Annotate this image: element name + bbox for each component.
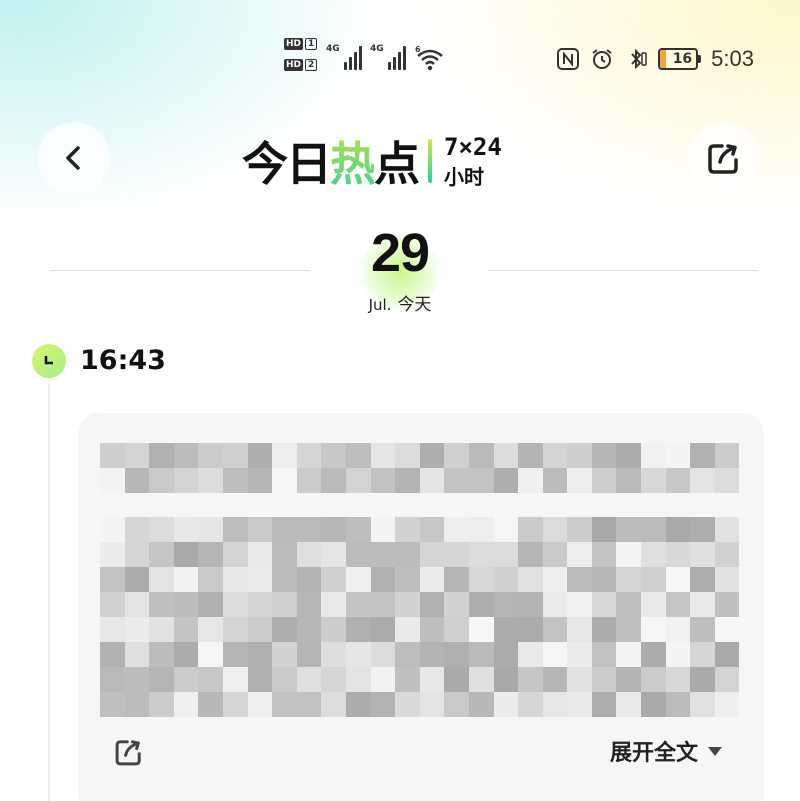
- sim2-badge: HD 2: [284, 59, 318, 71]
- news-card[interactable]: 展开全文: [78, 413, 764, 801]
- clock-icon: [32, 344, 66, 378]
- card-share-icon[interactable]: [112, 735, 146, 769]
- battery-icon: 16: [658, 48, 702, 70]
- share-button[interactable]: [688, 122, 760, 194]
- status-bar: HD 1 HD 2 4G 4G 6 16 5:03: [0, 0, 800, 110]
- status-right: 16 5:03: [556, 46, 754, 72]
- brand-subtitle: 7×24 小时: [444, 132, 502, 189]
- bluetooth-vibrate-icon: [631, 48, 647, 70]
- nfc-icon: [557, 48, 580, 70]
- date-divider-left: [50, 270, 310, 271]
- signal-1-icon: 4G: [326, 44, 362, 70]
- caret-down-icon: [708, 746, 722, 756]
- chevron-left-icon: [66, 146, 80, 170]
- date-sub: Jul. 今天: [368, 295, 432, 315]
- svg-text:6: 6: [415, 45, 421, 54]
- share-icon: [708, 144, 738, 174]
- page-title: 今日 热 点: [242, 128, 420, 194]
- sim1-badge: HD 1: [284, 38, 318, 50]
- blurred-content: [100, 517, 740, 717]
- date-divider-right: [488, 270, 758, 271]
- timeline-line: [48, 384, 50, 801]
- date-day: 29: [370, 223, 430, 283]
- clock-time: 5:03: [711, 46, 754, 71]
- wifi-icon: 6: [415, 45, 443, 71]
- signal-2-icon: 4G: [370, 44, 406, 70]
- expand-full-text-button[interactable]: 展开全文: [610, 735, 722, 767]
- sim-indicators: HD 1 HD 2: [284, 38, 318, 71]
- blurred-headline: [100, 443, 740, 493]
- alarm-icon: [592, 49, 612, 69]
- brand-divider: [428, 139, 432, 183]
- back-button[interactable]: [38, 122, 110, 194]
- brand-logo: 今日 热 点 7×24 小时: [242, 128, 502, 194]
- entry-time: 16:43: [80, 345, 166, 376]
